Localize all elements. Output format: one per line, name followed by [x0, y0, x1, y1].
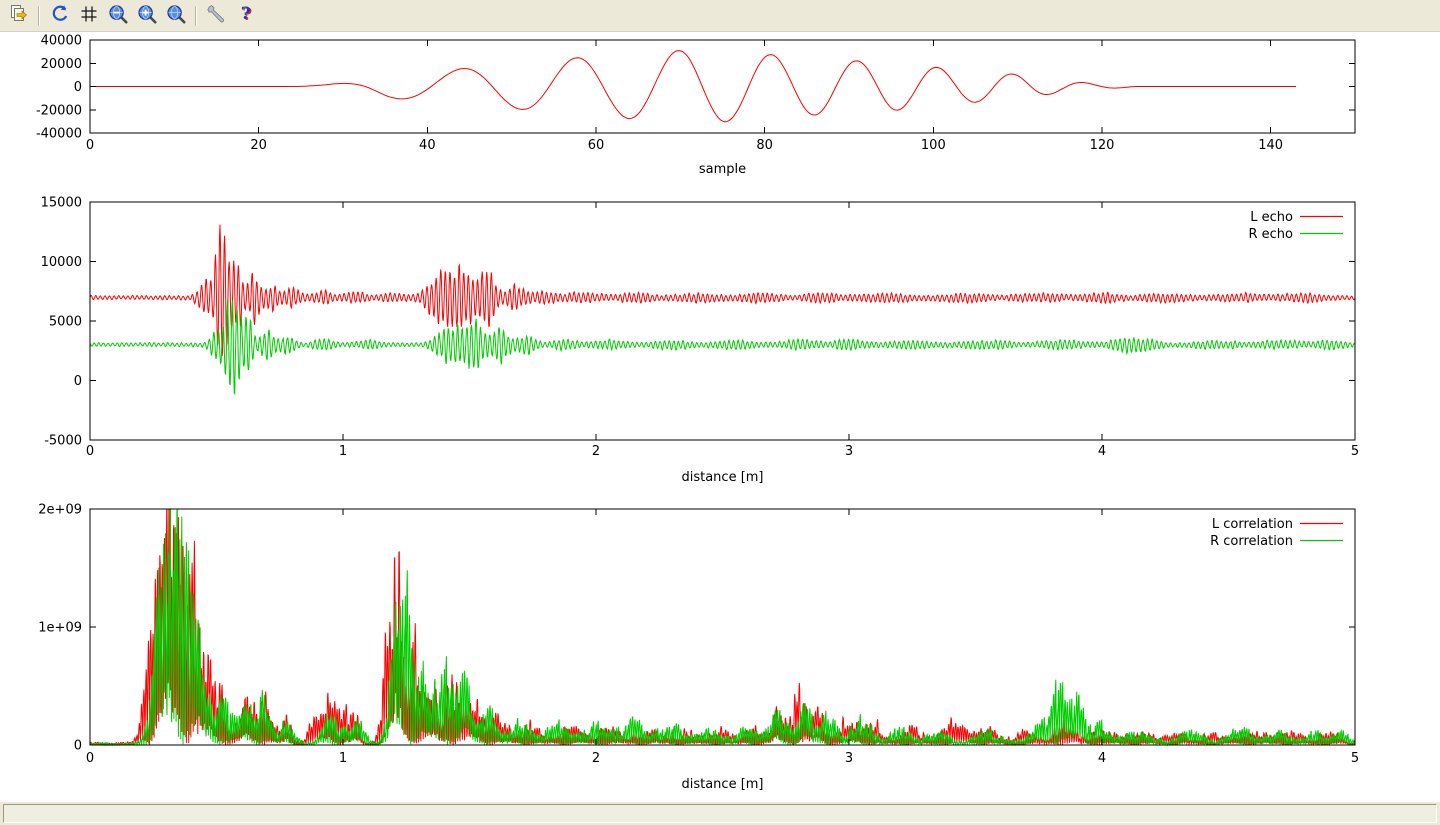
- legend-label: R echo: [1248, 227, 1293, 242]
- help-icon: ??: [236, 4, 256, 28]
- status-text: [3, 804, 1437, 823]
- x-tick-label: 100: [921, 138, 946, 153]
- y-tick-label: -40000: [36, 127, 82, 142]
- chart-echo: 0 1 2 3 4 5 -5000 0 5000 10000 15000 distance [m] L …: [41, 196, 1360, 486]
- toolbar-button-toggle-grid[interactable]: [74, 2, 103, 29]
- legend-label: R correlation: [1210, 534, 1293, 549]
- toolbar-button-zoom-previous[interactable]: [103, 2, 132, 29]
- y-tick-label: -20000: [36, 103, 82, 118]
- toolbar-button-zoom-next[interactable]: [132, 2, 161, 29]
- series-r-echo: [90, 299, 1355, 393]
- x-tick-label: 60: [588, 138, 605, 153]
- x-axis-label: distance [m]: [681, 470, 763, 485]
- toolbar-button-help[interactable]: ??: [231, 2, 260, 29]
- x-tick-label: 0: [86, 751, 94, 766]
- x-tick-label: 3: [845, 444, 853, 459]
- x-axis-label: distance [m]: [681, 777, 763, 792]
- status-bar: [0, 801, 1440, 825]
- x-tick-label: 40: [419, 138, 436, 153]
- series-l-echo: [90, 225, 1355, 356]
- chart-correlation: 0 1 2 3 4 5 0 1e+09 2e+09 distance [m] L correlati…: [38, 503, 1359, 793]
- toolbar-button-autoscale[interactable]: [161, 2, 190, 29]
- autoscale-icon: [166, 4, 186, 28]
- y-tick-label: -5000: [44, 434, 82, 449]
- plots-canvas[interactable]: 020406080100120140-40000-200000200004000…: [0, 32, 1440, 801]
- x-tick-label: 140: [1258, 138, 1283, 153]
- x-tick-label: 2: [592, 444, 600, 459]
- toolbar: ??: [0, 0, 1440, 32]
- x-tick-label: 1: [339, 751, 347, 766]
- y-tick-label: 15000: [41, 196, 82, 211]
- y-tick-label: 20000: [41, 57, 82, 72]
- svg-text:?: ?: [240, 4, 250, 24]
- y-tick-label: 2e+09: [38, 503, 82, 518]
- x-tick-label: 4: [1098, 444, 1106, 459]
- y-tick-label: 0: [74, 80, 82, 95]
- toolbar-separator: [195, 6, 197, 26]
- copy-icon: [9, 4, 29, 28]
- plot-frame: [90, 202, 1355, 440]
- configure-icon: [207, 4, 227, 28]
- legend: L correlation R correlation: [1210, 517, 1343, 549]
- series-signal: [90, 51, 1296, 122]
- y-tick-label: 0: [74, 374, 82, 389]
- toolbar-button-configure[interactable]: [202, 2, 231, 29]
- x-tick-label: 4: [1098, 751, 1106, 766]
- x-tick-label: 2: [592, 751, 600, 766]
- y-tick-label: 0: [74, 739, 82, 754]
- x-tick-label: 20: [250, 138, 267, 153]
- zoom-previous-icon: [108, 4, 128, 28]
- toolbar-button-replot[interactable]: [45, 2, 74, 29]
- grid-icon: [79, 4, 99, 28]
- legend-label: L echo: [1250, 210, 1293, 225]
- x-axis-label: sample: [699, 162, 746, 177]
- x-tick-label: 1: [339, 444, 347, 459]
- x-tick-label: 3: [845, 751, 853, 766]
- plot-area: 020406080100120140-40000-200000200004000…: [0, 32, 1440, 801]
- legend-label: L correlation: [1212, 517, 1293, 532]
- y-tick-label: 1e+09: [38, 621, 82, 636]
- x-tick-label: 120: [1090, 138, 1115, 153]
- replot-icon: [50, 4, 70, 28]
- chart-transmit-signal: 0 20 40 60 80 100 120 140 -40000 -20000 0 20000 4000…: [36, 34, 1355, 178]
- x-tick-label: 80: [756, 138, 773, 153]
- toolbar-button-copy-to-clipboard[interactable]: [4, 2, 33, 29]
- y-tick-label: 40000: [41, 34, 82, 49]
- x-tick-label: 5: [1351, 444, 1359, 459]
- series-r-correlation: [90, 509, 1355, 745]
- y-tick-label: 10000: [41, 255, 82, 270]
- x-tick-label: 0: [86, 138, 94, 153]
- app-window: ?? 020406080100120140-40000-200000200004…: [0, 0, 1440, 825]
- zoom-next-icon: [137, 4, 157, 28]
- series-l-correlation: [90, 509, 1355, 745]
- x-tick-label: 5: [1351, 751, 1359, 766]
- x-tick-label: 0: [86, 444, 94, 459]
- legend: L echo R echo: [1248, 210, 1343, 242]
- y-tick-label: 5000: [49, 315, 82, 330]
- toolbar-separator: [38, 6, 40, 26]
- plot-frame: [90, 509, 1355, 745]
